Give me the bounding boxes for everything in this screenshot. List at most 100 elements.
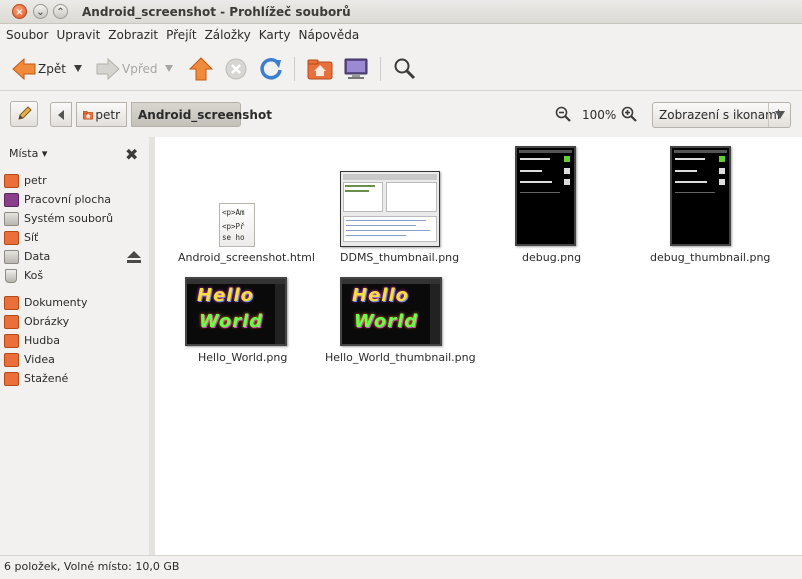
menu-bar: Soubor Upravit Zobrazit Přejít Záložky K… [0,24,802,46]
html-document-icon: <p>Am <p>Př se ho [219,203,255,247]
zoom-out-button[interactable] [553,104,573,124]
up-arrow-icon [189,57,213,81]
file-name: DDMS_thumbnail.png [340,251,460,264]
ddms-thumbnail-image [340,171,440,247]
sidebar-item-pictures[interactable]: Obrázky [0,312,149,331]
sidebar-item-network[interactable]: Síť [0,228,149,247]
sidebar-item-label: Dokumenty [24,296,88,309]
window-title: Android_screenshot - Prohlížeč souborů [82,5,351,19]
sidebar-item-trash[interactable]: Koš [0,266,149,285]
debug-thumbnail-image [515,146,576,246]
trash-icon [5,268,17,283]
breadcrumb-label: Android_screenshot [138,107,272,122]
hello-art-text: World [199,311,264,332]
menu-karty[interactable]: Karty [255,24,295,46]
up-button[interactable] [189,55,213,83]
home-button[interactable] [307,55,333,83]
sidebar-header: Místa ▾ ✖ [0,137,149,171]
sidebar-item-label: Koš [24,269,44,282]
sidebar-item-data[interactable]: Data [0,247,149,266]
sidebar-item-downloads[interactable]: Stažené [0,369,149,388]
view-mode-value: Zobrazení s ikonami [659,108,781,122]
sidebar-mode-label: Místa [9,147,39,160]
html-preview-line: <p>Am [222,208,245,217]
drive-icon [4,249,19,264]
back-history-dropdown[interactable] [74,65,82,72]
desktop-icon [4,192,19,207]
breadcrumb-petr[interactable]: petr [76,102,127,127]
network-icon [4,230,19,245]
downloads-folder-icon [4,371,19,386]
menu-napoveda[interactable]: Nápověda [295,24,364,46]
hello-art-text: World [354,311,419,332]
hello-art-text: Hello [352,285,409,306]
chevron-down-icon [768,103,790,127]
html-preview-line: <p>Př [222,222,245,231]
home-folder-icon [83,110,94,120]
back-label: Zpět [38,62,66,76]
eject-icon[interactable] [127,251,141,266]
search-icon [394,58,416,80]
back-arrow-icon [12,57,36,81]
sidebar-item-videos[interactable]: Videa [0,350,149,369]
minimize-window-button[interactable]: ⌄ [33,4,48,19]
edit-location-button[interactable] [10,101,38,127]
zoom-out-icon [555,106,571,122]
file-name: Android_screenshot.html [178,251,315,264]
sidebar-mode-select[interactable]: Místa ▾ [9,147,47,160]
hello-art-text: Hello [197,285,254,306]
file-name: debug.png [522,251,582,264]
chevron-down-icon: ▾ [41,147,48,160]
home-folder-icon [307,59,333,80]
sidebar-item-documents[interactable]: Dokumenty [0,293,149,312]
sidebar-item-label: Obrázky [24,315,70,328]
close-sidebar-icon[interactable]: ✖ [125,145,138,164]
breadcrumb-android-screenshot[interactable]: Android_screenshot [131,102,272,127]
reload-button[interactable] [259,55,283,83]
menu-upravit[interactable]: Upravit [52,24,104,46]
back-button[interactable]: Zpět [12,55,66,83]
computer-icon [344,58,368,79]
menu-zalozky[interactable]: Záložky [201,24,255,46]
hello-world-thumbnail-image: Hello World [185,277,287,346]
status-bar: 6 položek, Volné místo: 10,0 GB [0,555,802,579]
sidebar-item-filesystem[interactable]: Systém souborů [0,209,149,228]
debug-thumbnail-image [670,146,731,246]
sidebar-item-desktop[interactable]: Pracovní plocha [0,190,149,209]
menu-zobrazit[interactable]: Zobrazit [104,24,162,46]
toolbar-separator-2 [380,57,381,81]
forward-button[interactable]: Vpřed [96,55,158,83]
forward-label: Vpřed [122,62,158,76]
videos-folder-icon [4,352,19,367]
view-mode-select[interactable]: Zobrazení s ikonami [652,102,791,128]
toolbar-separator [294,57,295,81]
close-window-button[interactable]: × [12,4,27,19]
search-button[interactable] [393,55,417,83]
home-folder-icon [4,173,19,188]
file-view: <p>Am <p>Př se ho Android_screenshot.htm… [155,137,802,555]
computer-button[interactable] [343,55,369,83]
menu-soubor[interactable]: Soubor [2,24,52,46]
menu-prejit[interactable]: Přejít [162,24,200,46]
file-name: Hello_World_thumbnail.png [325,351,476,364]
sidebar-item-label: Síť [24,231,39,244]
maximize-window-button[interactable]: ⌃ [53,4,68,19]
sidebar-item-label: Videa [24,353,55,366]
title-bar: × ⌄ ⌃ Android_screenshot - Prohlížeč sou… [0,0,802,24]
sidebar-item-label: Data [24,250,51,263]
sidebar-item-label: Stažené [24,372,69,385]
breadcrumb-label: petr [95,107,120,122]
forward-history-dropdown[interactable] [165,65,173,72]
sidebar-item-music[interactable]: Hudba [0,331,149,350]
pencil-icon [18,106,32,120]
zoom-in-button[interactable] [619,104,639,124]
chevron-left-icon [58,109,64,120]
sidebar-item-label: Pracovní plocha [24,193,112,206]
location-bar: petr Android_screenshot 100% Zobrazení s… [0,92,802,136]
sidebar-item-petr[interactable]: petr [0,171,149,190]
stop-button[interactable] [224,55,248,83]
sidebar: Místa ▾ ✖ petr Pracovní plocha Systém so… [0,137,149,555]
breadcrumb-back-button[interactable] [50,102,72,127]
music-folder-icon [4,333,19,348]
sidebar-item-label: Hudba [24,334,60,347]
